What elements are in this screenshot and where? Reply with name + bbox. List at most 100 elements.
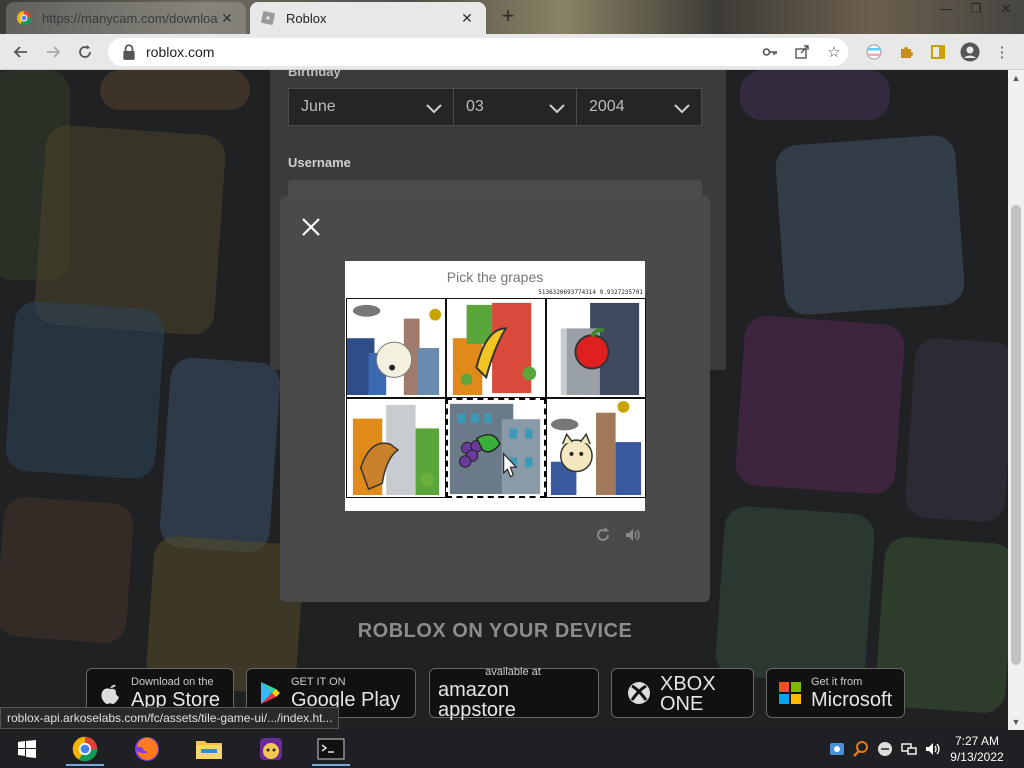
refresh-icon[interactable]	[594, 526, 612, 544]
scroll-up-icon[interactable]: ▲	[1008, 70, 1024, 86]
chevron-down-icon	[549, 104, 565, 114]
tab-title: https://manycam.com/downloa...	[42, 10, 218, 26]
store-big-text: XBOX ONE	[660, 673, 716, 715]
volume-icon[interactable]	[924, 740, 942, 758]
tab-title: Roblox	[286, 10, 327, 26]
amazon-appstore-button[interactable]: available at amazon appstore	[429, 666, 599, 721]
extension-flag-icon[interactable]	[862, 40, 886, 64]
new-tab-button[interactable]: +	[496, 5, 520, 28]
xbox-one-button[interactable]: XBOX ONE	[611, 668, 754, 718]
link-status-bubble: roblox-api.arkoselabs.com/fc/assets/tile…	[0, 707, 340, 729]
tray-search-icon[interactable]	[852, 740, 870, 758]
apple-icon	[101, 684, 119, 704]
birthday-label: Birthday	[288, 70, 341, 79]
kangaroo-city-image	[347, 399, 445, 497]
scroll-down-icon[interactable]: ▼	[1008, 714, 1024, 730]
captcha-challenge: Pick the grapes 5136320693774314 9.93272…	[345, 261, 646, 511]
taskbar-chrome[interactable]	[62, 732, 108, 766]
taskbar-file-explorer[interactable]	[186, 732, 232, 766]
browser-toolbar: roblox.com ☆ ⋮	[0, 34, 1024, 70]
audio-challenge-icon[interactable]	[624, 526, 642, 544]
screen: https://manycam.com/downloa... ✕ Roblox …	[0, 0, 1024, 768]
tab-close-icon[interactable]: ✕	[218, 10, 236, 27]
windows-taskbar: 7:27 AM 9/13/2022	[0, 730, 1024, 768]
taskbar-command-prompt[interactable]	[308, 732, 354, 766]
captcha-modal: Pick the grapes 5136320693774314 9.93272…	[280, 196, 710, 602]
extensions-puzzle-icon[interactable]	[894, 40, 918, 64]
store-small-text: Get it from	[811, 675, 863, 688]
start-button[interactable]	[4, 732, 50, 766]
minimize-icon[interactable]: —	[932, 0, 960, 20]
key-icon[interactable]	[758, 40, 782, 64]
captcha-tile-sheep[interactable]	[346, 298, 446, 398]
taskbar-yahoo-messenger[interactable]	[248, 732, 294, 766]
close-icon[interactable]	[300, 216, 322, 238]
bookmark-star-icon[interactable]: ☆	[822, 40, 846, 64]
restore-icon[interactable]: ❐	[962, 0, 990, 20]
captcha-tile-apple[interactable]	[546, 298, 646, 398]
month-select[interactable]: June	[288, 88, 454, 126]
firefox-icon	[135, 737, 159, 761]
year-value: 2004	[589, 98, 625, 115]
captcha-tile-kangaroo[interactable]	[346, 398, 446, 498]
tray-minus-icon[interactable]	[876, 740, 894, 758]
month-value: June	[301, 98, 336, 115]
menu-kebab-icon[interactable]: ⋮	[990, 40, 1014, 64]
share-icon[interactable]	[790, 40, 814, 64]
clock-time: 7:27 AM	[954, 734, 1000, 748]
username-label: Username	[288, 155, 351, 170]
chrome-favicon-icon	[17, 11, 31, 25]
system-clock[interactable]: 7:27 AM 9/13/2022	[946, 733, 1008, 765]
chevron-down-icon	[674, 104, 690, 114]
scroll-thumb[interactable]	[1011, 205, 1021, 665]
store-big-text: amazon appstore	[438, 678, 516, 721]
address-bar[interactable]: roblox.com	[108, 38, 848, 66]
folder-icon	[196, 741, 222, 759]
yahoo-messenger-icon	[260, 738, 282, 760]
banana-city-image	[447, 299, 545, 397]
page-scrollbar[interactable]: ▲ ▼	[1008, 70, 1024, 730]
back-icon[interactable]	[8, 40, 34, 64]
tab-close-icon[interactable]: ✕	[458, 10, 476, 27]
page-content: Birthday June 03 2004 Username Pick the …	[0, 70, 1008, 730]
browser-tab-strip: https://manycam.com/downloa... ✕ Roblox …	[0, 0, 1024, 34]
captcha-grid	[346, 298, 646, 498]
captcha-tools	[594, 526, 642, 544]
store-small-text: GET IT ON	[291, 675, 346, 688]
reload-icon[interactable]	[72, 40, 98, 64]
forward-icon[interactable]	[40, 40, 66, 64]
profile-avatar-icon[interactable]	[958, 40, 982, 64]
sheep-city-image	[347, 299, 445, 397]
apple-city-image	[547, 299, 645, 397]
tab-manycam[interactable]: https://manycam.com/downloa... ✕	[6, 2, 246, 34]
lock-icon[interactable]	[120, 43, 138, 61]
xbox-icon	[628, 682, 650, 704]
google-play-icon	[261, 682, 280, 704]
roblox-favicon-icon	[261, 11, 275, 25]
tray-app-icon[interactable]	[828, 740, 846, 758]
url-text: roblox.com	[146, 44, 215, 60]
chevron-down-icon	[426, 104, 442, 114]
grapes-city-image	[448, 400, 544, 496]
command-prompt-icon	[317, 738, 345, 760]
day-select[interactable]: 03	[453, 88, 577, 126]
side-panel-icon[interactable]	[926, 40, 950, 64]
captcha-prompt: Pick the grapes	[446, 269, 544, 285]
tab-roblox[interactable]: Roblox ✕	[250, 2, 486, 34]
store-small-text: Download on the	[131, 675, 214, 688]
captcha-code: 5136320693774314 9.9327235701	[538, 289, 643, 296]
taskbar-firefox[interactable]	[124, 732, 170, 766]
captcha-tile-grapes[interactable]	[446, 398, 546, 498]
cat-city-image	[547, 399, 645, 497]
captcha-tile-banana[interactable]	[446, 298, 546, 398]
store-big-text: Microsoft	[811, 688, 893, 711]
day-value: 03	[466, 98, 484, 115]
microsoft-store-button[interactable]: Get it from Microsoft	[766, 668, 905, 718]
chrome-icon	[72, 736, 98, 762]
close-window-icon[interactable]: ✕	[992, 0, 1020, 20]
windows-logo-icon	[18, 740, 36, 758]
captcha-tile-cat[interactable]	[546, 398, 646, 498]
year-select[interactable]: 2004	[576, 88, 702, 126]
network-icon[interactable]	[900, 740, 918, 758]
microsoft-logo-icon	[779, 682, 801, 704]
